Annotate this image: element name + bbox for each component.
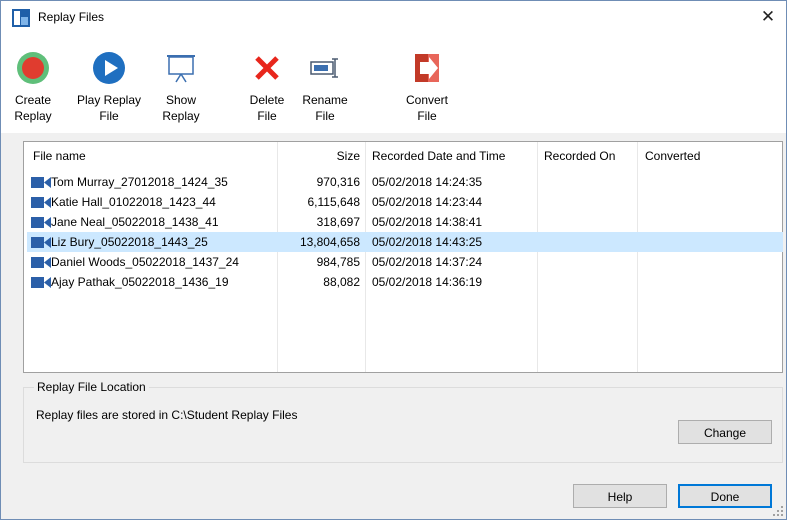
file-name-cell: Ajay Pathak_05022018_1436_19: [51, 275, 229, 289]
column-header-size[interactable]: Size: [280, 149, 360, 163]
location-text: Replay files are stored in C:\Student Re…: [36, 408, 298, 422]
table-row[interactable]: Ajay Pathak_05022018_1436_19 88,082 05/0…: [27, 272, 783, 292]
size-cell: 6,115,648: [307, 195, 361, 209]
rename-file-button[interactable]: Rename File: [297, 53, 353, 129]
file-name-cell: Katie Hall_01022018_1423_44: [51, 195, 216, 209]
size-cell: 13,804,658: [299, 235, 360, 249]
replay-file-location-group: Replay File Location Replay files are st…: [23, 380, 783, 463]
close-icon[interactable]: ✕: [756, 5, 780, 29]
toolbar: Create Replay Play Replay File Show Replay: [1, 33, 786, 133]
file-name-cell: Jane Neal_05022018_1438_41: [51, 215, 219, 229]
file-name-cell: Daniel Woods_05022018_1437_24: [51, 255, 239, 269]
show-label-line2: Replay: [162, 109, 200, 123]
video-file-icon: [31, 217, 51, 228]
delete-file-button[interactable]: Delete File: [243, 53, 291, 129]
size-cell: 318,697: [316, 215, 360, 229]
column-header-recorded-date[interactable]: Recorded Date and Time: [372, 149, 505, 163]
create-label-line1: Create: [14, 93, 52, 107]
rename-label-line1: Rename: [302, 93, 348, 107]
table-row[interactable]: Katie Hall_01022018_1423_44 6,115,648 05…: [27, 192, 783, 212]
table-row-selected[interactable]: Liz Bury_05022018_1443_25 13,804,658 05/…: [27, 232, 783, 252]
create-label-line2: Replay: [14, 109, 52, 123]
video-file-icon: [31, 177, 51, 188]
video-file-icon: [31, 277, 51, 288]
file-name-cell: Tom Murray_27012018_1424_35: [51, 175, 228, 189]
delete-label-line2: File: [257, 109, 277, 123]
size-cell: 984,785: [316, 255, 360, 269]
recorded-date-cell: 05/02/2018 14:23:44: [372, 195, 483, 209]
replay-files-dialog: Replay Files ✕ Create Replay Play Replay F…: [0, 0, 787, 520]
video-file-icon: [31, 257, 51, 268]
convert-file-button[interactable]: Convert File: [399, 53, 455, 129]
resize-grip-icon[interactable]: [773, 506, 783, 516]
video-file-icon: [31, 237, 51, 248]
table-row[interactable]: Daniel Woods_05022018_1437_24 984,785 05…: [27, 252, 783, 272]
window-title: Replay Files: [38, 10, 105, 24]
video-file-icon: [31, 197, 51, 208]
create-replay-button[interactable]: Create Replay: [9, 52, 57, 129]
presentation-screen-icon: [167, 55, 195, 83]
play-icon: [93, 52, 125, 84]
show-replay-button[interactable]: Show Replay: [157, 53, 205, 129]
recorded-date-cell: 05/02/2018 14:43:25: [372, 235, 483, 249]
column-header-file-name[interactable]: File name: [33, 149, 86, 163]
replay-file-list[interactable]: File name Size Recorded Date and Time Re…: [23, 141, 783, 373]
done-button[interactable]: Done: [678, 484, 772, 508]
convert-label-line1: Convert: [405, 93, 449, 107]
column-header-converted[interactable]: Converted: [645, 149, 700, 163]
record-icon: [17, 52, 49, 84]
group-title: Replay File Location: [34, 380, 149, 394]
size-cell: 88,082: [323, 275, 360, 289]
help-button[interactable]: Help: [573, 484, 667, 508]
recorded-date-cell: 05/02/2018 14:36:19: [372, 275, 483, 289]
file-name-cell: Liz Bury_05022018_1443_25: [51, 235, 208, 249]
recorded-date-cell: 05/02/2018 14:38:41: [372, 215, 483, 229]
convert-label-line2: File: [417, 109, 437, 123]
delete-x-icon: [255, 56, 279, 80]
rename-icon: [310, 58, 338, 78]
play-label-line2: File: [99, 109, 119, 123]
column-header-recorded-on[interactable]: Recorded On: [544, 149, 615, 163]
table-row[interactable]: Tom Murray_27012018_1424_35 970,316 05/0…: [27, 172, 783, 192]
rename-label-line2: File: [315, 109, 335, 123]
show-label-line1: Show: [165, 93, 197, 107]
play-label-line1: Play Replay: [76, 93, 142, 107]
table-row[interactable]: Jane Neal_05022018_1438_41 318,697 05/02…: [27, 212, 783, 232]
change-location-button[interactable]: Change: [678, 420, 772, 444]
title-bar: Replay Files ✕: [1, 1, 786, 33]
convert-icon: [415, 54, 439, 82]
delete-label-line1: Delete: [249, 93, 285, 107]
table-header: File name Size Recorded Date and Time Re…: [24, 142, 782, 170]
play-replay-file-button[interactable]: Play Replay File: [71, 52, 147, 129]
recorded-date-cell: 05/02/2018 14:37:24: [372, 255, 483, 269]
app-icon: [12, 9, 30, 27]
recorded-date-cell: 05/02/2018 14:24:35: [372, 175, 483, 189]
size-cell: 970,316: [316, 175, 360, 189]
